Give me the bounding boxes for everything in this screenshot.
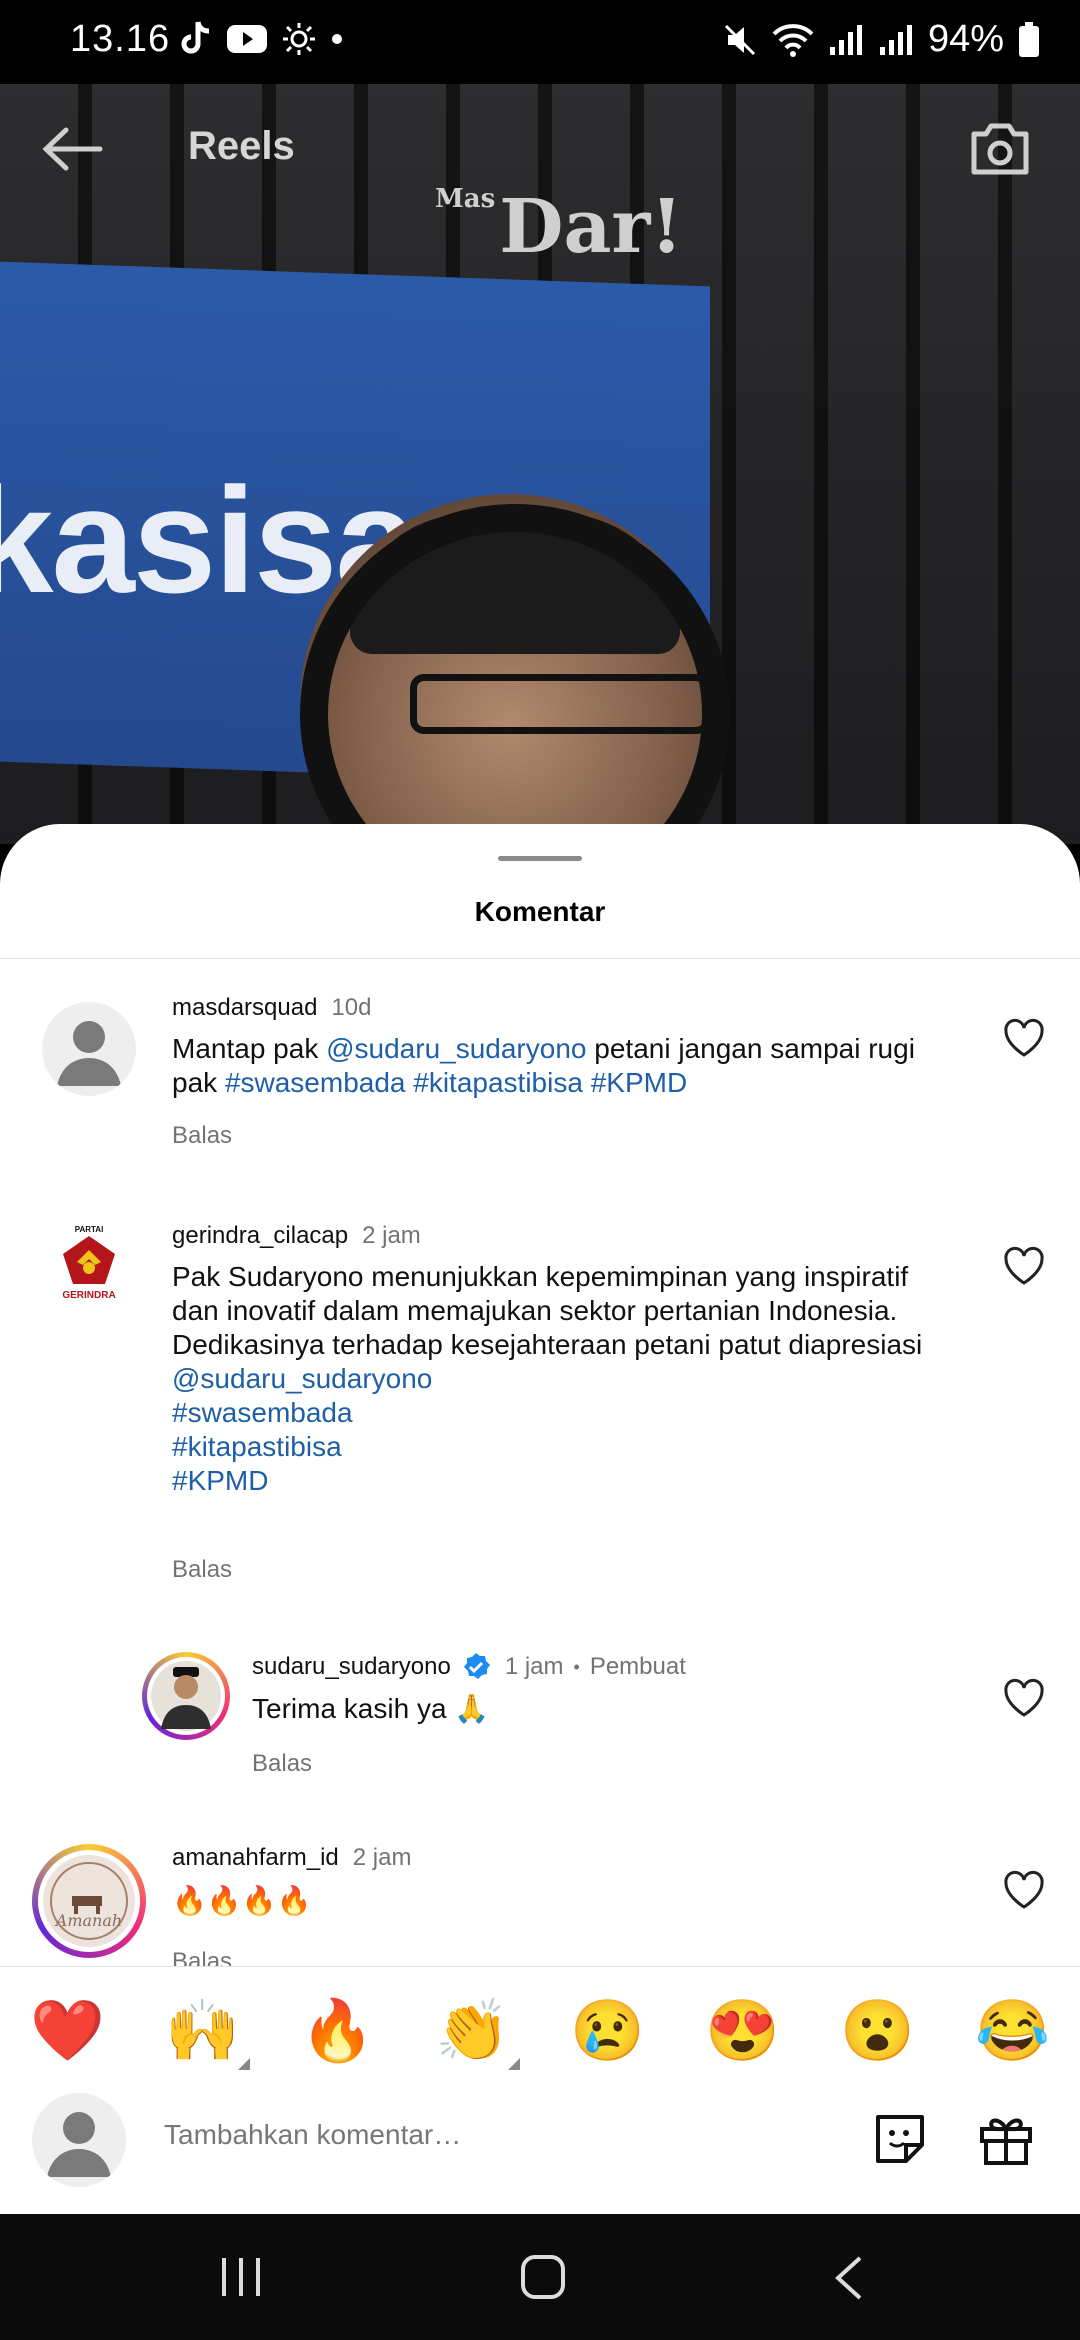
emoji-clap[interactable]: 👏 (435, 1995, 520, 2070)
emoji-laughing[interactable]: 😂 (975, 1995, 1050, 2066)
my-avatar (32, 2093, 126, 2187)
status-bar: 13.16 94% (0, 0, 1080, 84)
camera-icon (971, 123, 1029, 175)
emoji-crying[interactable]: 😢 (570, 1995, 645, 2066)
gift-button[interactable] (976, 2109, 1036, 2174)
comment-time: 2 jam (352, 1844, 412, 1871)
creator-badge: Pembuat (589, 1653, 686, 1680)
recent-apps-icon (222, 2258, 260, 2296)
comment-input[interactable]: Tambahkan komentar… (164, 2119, 461, 2151)
reel-video[interactable]: kasisa MasDar! Reels (0, 84, 1080, 844)
hashtag-links[interactable]: #swasembada #kitapastibisa #KPMD (225, 1067, 687, 1098)
brightness-icon (283, 23, 315, 55)
add-comment-row: Tambahkan komentar… (0, 2083, 1080, 2193)
system-nav-bar (0, 2214, 1080, 2340)
avatar[interactable]: PARTAI GERINDRA (42, 1222, 136, 1316)
amanah-farm-logo-icon: Amanah (43, 1855, 135, 1947)
user-placeholder-icon (57, 1021, 121, 1086)
hashtag-link[interactable]: #KPMD (172, 1464, 952, 1498)
emoji-surprised[interactable]: 😮 (840, 1995, 915, 2066)
mention-link[interactable]: @sudaru_sudaryono (172, 1362, 952, 1396)
page-title: Reels (188, 124, 295, 168)
comment-time: 1 jam (504, 1653, 564, 1680)
comment-reply-item: sudaru_sudaryono 1 jam • Pembuat Terima … (0, 1652, 1080, 1812)
battery-percent: 94% (927, 18, 1004, 60)
sheet-drag-handle[interactable] (498, 856, 582, 861)
heart-icon (1004, 1246, 1044, 1285)
comment-text: Terima kasih ya 🙏 (252, 1693, 490, 1724)
mention-link[interactable]: @sudaru_sudaryono (326, 1033, 586, 1064)
comment-username[interactable]: gerindra_cilacap (172, 1222, 348, 1249)
svg-text:PARTAI: PARTAI (75, 1225, 104, 1234)
comment-text: Pak Sudaryono menunjukkan kepemimpinan y… (172, 1260, 952, 1498)
svg-text:GERINDRA: GERINDRA (62, 1290, 115, 1301)
comment-item: masdarsquad 10d Mantap pak @sudaru_sudary… (0, 994, 1080, 1174)
home-icon (521, 2255, 565, 2299)
camera-button[interactable] (968, 120, 1032, 183)
back-arrow-icon (42, 127, 103, 171)
back-button[interactable] (40, 124, 104, 179)
avatar[interactable]: Amanah (32, 1844, 146, 1958)
creator-avatar[interactable] (142, 1652, 230, 1740)
battery-icon (1019, 21, 1039, 57)
reply-button[interactable]: Balas (172, 1556, 232, 1584)
verified-badge-icon (463, 1653, 490, 1679)
comment-username[interactable]: sudaru_sudaryono (252, 1653, 451, 1681)
emoji-heart[interactable]: ❤️ (30, 1995, 105, 2066)
heart-icon (1004, 1018, 1044, 1057)
like-button[interactable] (1002, 1870, 1046, 1915)
svg-text:Amanah: Amanah (54, 1911, 122, 1930)
person-photo-icon (151, 1661, 221, 1731)
hashtag-link[interactable]: #kitapastibisa (172, 1430, 952, 1464)
emoji-heart-eyes[interactable]: 😍 (705, 1995, 780, 2066)
gift-icon (980, 2118, 1032, 2165)
reply-button[interactable]: Balas (172, 1122, 232, 1150)
heart-icon (1004, 1678, 1044, 1717)
gerindra-logo-icon: PARTAI GERINDRA (62, 1225, 115, 1301)
wifi-icon (772, 23, 814, 57)
hashtag-link[interactable]: #swasembada (172, 1396, 952, 1430)
channel-logo: MasDar! (435, 184, 683, 270)
user-placeholder-icon (47, 2112, 111, 2177)
home-button[interactable] (518, 2252, 568, 2307)
comment-time: 2 jam (362, 1222, 421, 1249)
tiktok-icon (181, 21, 210, 54)
comment-text: 🔥🔥🔥🔥 (172, 1885, 312, 1916)
comment-username[interactable]: amanahfarm_id (172, 1844, 339, 1871)
youtube-icon (227, 25, 267, 53)
like-button[interactable] (1002, 1246, 1046, 1291)
back-chevron-icon (835, 2256, 862, 2300)
heart-icon (1004, 1870, 1044, 1909)
signal-icon-2 (879, 24, 912, 55)
like-button[interactable] (1002, 1018, 1046, 1063)
sticker-button[interactable] (870, 2109, 930, 2174)
sheet-title: Komentar (474, 896, 606, 927)
sticker-icon (876, 2115, 924, 2163)
reply-button[interactable]: Balas (252, 1750, 312, 1778)
emoji-fire[interactable]: 🔥 (300, 1995, 375, 2066)
back-nav-button[interactable] (830, 2254, 870, 2307)
comment-username[interactable]: masdarsquad (172, 994, 317, 1021)
status-time: 13.16 (70, 18, 171, 60)
recent-apps-button[interactable] (216, 2254, 266, 2305)
avatar[interactable] (42, 1002, 136, 1096)
signal-icon (829, 24, 862, 55)
quick-reactions-bar: ❤️ 🙌 🔥 👏 😢 😍 😮 😂 Tambahkan komentar… (0, 1966, 1080, 2207)
comment-item: PARTAI GERINDRA gerindra_cilacap 2 jam Pa… (0, 1222, 1080, 1592)
comment-text: Mantap pak @sudaru_sudaryono petani jang… (172, 1033, 915, 1098)
mute-icon (724, 24, 755, 55)
comment-time: 10d (331, 994, 372, 1021)
emoji-raised-hands[interactable]: 🙌 (165, 1995, 250, 2070)
like-button[interactable] (1002, 1678, 1046, 1723)
dot-icon (332, 34, 342, 44)
